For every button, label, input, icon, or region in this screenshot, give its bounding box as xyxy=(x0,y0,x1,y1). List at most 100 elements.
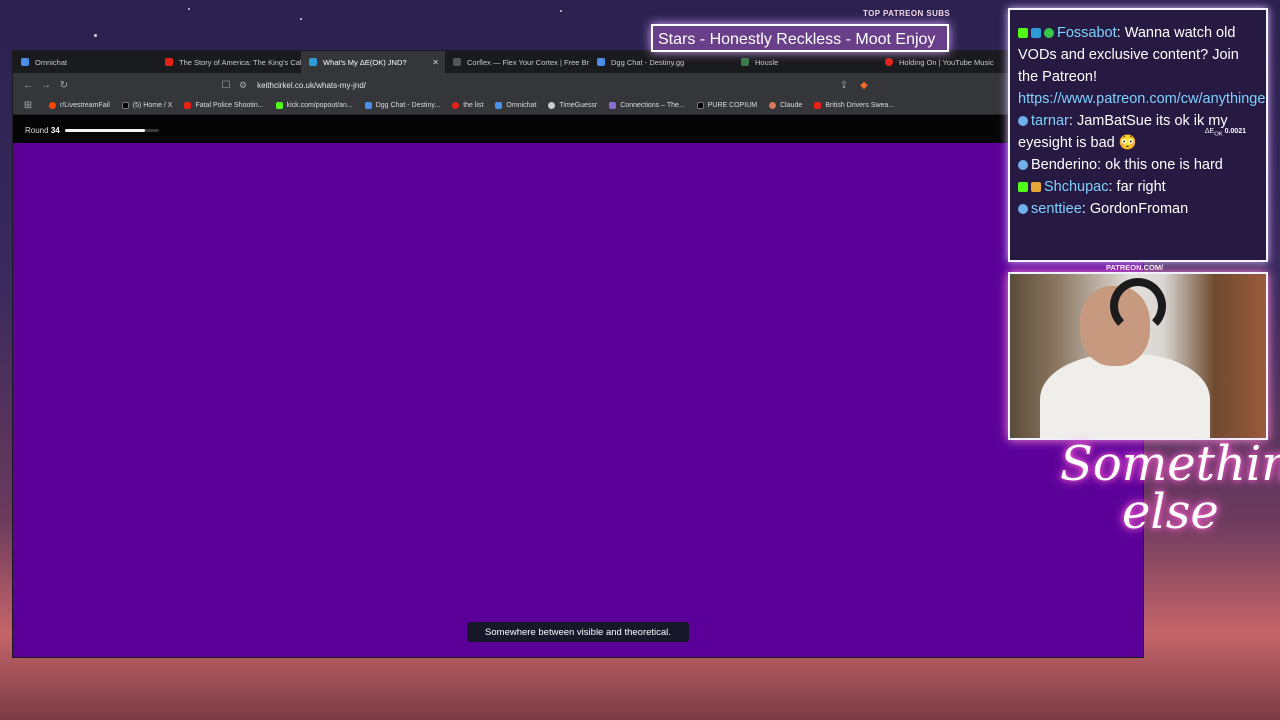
reddit-icon xyxy=(49,102,56,109)
bookmark-label: Connections – The... xyxy=(620,102,685,109)
youtube-icon xyxy=(184,102,192,109)
bot-badge-icon xyxy=(1044,28,1054,38)
tab-housle[interactable]: Housle xyxy=(733,51,877,73)
bookmark-item[interactable]: Connections – The... xyxy=(609,102,685,109)
chat-username: Shchupac xyxy=(1044,179,1109,195)
streamer-shirt xyxy=(1040,354,1210,438)
tab-youtube-music[interactable]: Holding On | YouTube Music xyxy=(877,51,1021,73)
omnichat-icon xyxy=(495,102,503,109)
bookmark-item[interactable]: Dgg Chat - Destiny... xyxy=(364,102,441,109)
chat-message: Shchupac: far right xyxy=(1018,176,1258,198)
chat-message: Benderino: ok this one is hard xyxy=(1018,154,1258,176)
tab-story-of-america[interactable]: The Story of America: The King's Call xyxy=(157,51,301,73)
tab-dgg-chat[interactable]: Dgg Chat - Destiny.gg xyxy=(589,51,733,73)
webcam-feed xyxy=(1008,272,1268,440)
tab-corflex[interactable]: Corflex — Flex Your Cortex | Free Brain xyxy=(445,51,589,73)
tab-label: Corflex — Flex Your Cortex | Free Brain xyxy=(467,57,589,67)
bookmark-item[interactable]: TimeGuessr xyxy=(548,102,597,109)
tab-whats-my-jnd[interactable]: What's My ΔE(OK) JND? ✕ xyxy=(301,51,445,73)
housle-favicon-icon xyxy=(741,58,749,66)
top-patreon-subs-label: TOP PATREON SUBS xyxy=(863,9,951,18)
background-star xyxy=(560,10,562,12)
site-settings-icon[interactable]: ⚙ xyxy=(239,80,247,91)
chat-text: : GordonFroman xyxy=(1081,201,1189,217)
bookmark-label: r/LivestreamFail xyxy=(60,102,110,109)
connections-icon xyxy=(609,102,617,109)
round-indicator: Round 34 xyxy=(25,126,60,135)
x-icon xyxy=(696,102,704,109)
background-star xyxy=(188,8,190,10)
chat-username: tarnar xyxy=(1031,113,1069,129)
chat-username: Fossabot xyxy=(1057,25,1117,41)
channel-logo: Somethingelse xyxy=(1060,440,1280,536)
tab-label: Housle xyxy=(755,57,779,67)
tab-omnichat[interactable]: Omnichat xyxy=(13,51,157,73)
chat-username: senttiee xyxy=(1031,201,1082,217)
dgg-favicon-icon xyxy=(597,58,605,66)
delta-e-value: 0.0021 xyxy=(1224,128,1246,135)
brave-shield-icon[interactable]: ◆ xyxy=(855,80,873,91)
delta-e-label: ΔE xyxy=(1204,128,1215,135)
corflex-favicon-icon xyxy=(453,58,461,66)
logo-line-2: else xyxy=(1122,484,1219,540)
bookmark-label: Fatal Police Shootin... xyxy=(195,102,264,109)
twitch-badge-icon xyxy=(1018,160,1028,170)
url-field[interactable]: ⚙ keithcirkel.co.uk/whats-my-jnd/ xyxy=(239,77,859,93)
background-star xyxy=(300,18,302,20)
bookmark-item[interactable]: kick.com/popout/an... xyxy=(275,102,353,109)
tab-label: Dgg Chat - Destiny.gg xyxy=(611,57,685,67)
bookmark-item[interactable]: the list xyxy=(452,102,483,109)
kick-badge-icon xyxy=(1018,182,1028,192)
chat-username: Benderino xyxy=(1031,157,1098,173)
bookmark-item[interactable]: (5) Home / X xyxy=(121,102,172,109)
tab-label: Omnichat xyxy=(35,57,68,67)
forward-arrow-icon[interactable]: → xyxy=(37,80,55,91)
tab-label: The Story of America: The King's Call xyxy=(179,57,301,67)
feedback-toast: Somewhere between visible and theoretica… xyxy=(467,622,689,642)
bookmark-label: TimeGuessr xyxy=(559,102,598,109)
sub-badge-icon xyxy=(1031,182,1041,192)
bookmark-label: Dgg Chat - Destiny... xyxy=(375,102,441,109)
delta-e-sub: OK xyxy=(1214,131,1223,138)
omnichat-favicon-icon xyxy=(21,58,29,66)
chat-text: : far right xyxy=(1108,179,1166,195)
close-tab-icon[interactable]: ✕ xyxy=(432,58,439,67)
chat-message: senttiee: GordonFroman xyxy=(1018,198,1258,220)
bookmark-item[interactable]: PURE COPIUM xyxy=(696,102,757,109)
apps-grid-icon[interactable]: ⊞ xyxy=(19,100,37,111)
patreon-label: PATREON.COM/ xyxy=(1106,263,1164,272)
timeguessr-icon xyxy=(548,102,556,109)
tab-label: Holding On | YouTube Music xyxy=(899,57,994,67)
youtube-music-favicon-icon xyxy=(885,58,893,66)
delta-e-readout: ΔEOK 0.0021 xyxy=(1205,128,1246,137)
claude-icon xyxy=(769,102,777,109)
bookmark-label: British Drivers Swea... xyxy=(825,102,895,109)
back-arrow-icon[interactable]: ← xyxy=(19,80,37,91)
bookmark-label: the list xyxy=(463,102,484,109)
chat-overlay: Fossabot: Wanna watch old VODs and exclu… xyxy=(1008,8,1268,262)
mod-badge-icon xyxy=(1031,28,1041,38)
bookmark-label: Omnichat xyxy=(506,102,537,109)
list-icon xyxy=(452,102,460,109)
youtube-favicon-icon xyxy=(165,58,173,66)
background-star xyxy=(94,34,97,37)
tab-bar: Omnichat The Story of America: The King'… xyxy=(13,51,1143,73)
browser-window: Omnichat The Story of America: The King'… xyxy=(12,50,1144,658)
round-label: Round xyxy=(25,126,49,135)
bookmark-item[interactable]: Omnichat xyxy=(495,102,536,109)
share-icon[interactable]: ⇪ xyxy=(835,80,853,91)
bookmark-icon[interactable]: ☐ xyxy=(217,80,235,91)
bookmarks-bar: ⊞ r/LivestreamFail (5) Home / X Fatal Po… xyxy=(13,97,1143,115)
tab-label: What's My ΔE(OK) JND? xyxy=(323,57,407,67)
bookmark-item[interactable]: British Drivers Swea... xyxy=(814,102,894,109)
bookmark-item[interactable]: Fatal Police Shootin... xyxy=(184,102,264,109)
chat-link[interactable]: https://www.patreon.com/cw/anythingelse xyxy=(1018,91,1266,107)
bookmark-item[interactable]: r/LivestreamFail xyxy=(49,102,110,109)
youtube-icon xyxy=(814,102,822,109)
now-playing-banner: Stars - Honestly Reckless - Moot Enjoy xyxy=(651,24,949,52)
x-icon xyxy=(121,102,129,109)
bookmark-item[interactable]: Claude xyxy=(769,102,802,109)
headphones-icon xyxy=(1110,278,1166,334)
reload-icon[interactable]: ↻ xyxy=(55,80,73,91)
url-text: keithcirkel.co.uk/whats-my-jnd/ xyxy=(257,80,366,90)
